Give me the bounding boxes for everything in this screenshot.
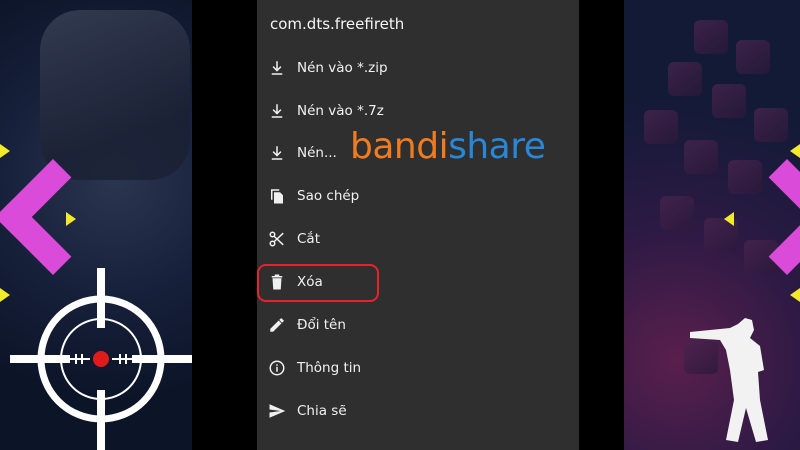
menu-item-label: Cắt xyxy=(297,230,320,247)
menu-item-label: Thông tin xyxy=(297,359,362,376)
info-icon xyxy=(257,359,297,377)
keyboard-key xyxy=(712,84,746,118)
yellow-triangle-icon xyxy=(790,144,800,158)
menu-item-label: Nén... xyxy=(297,144,337,161)
menu-item-label: Sao chép xyxy=(297,187,360,204)
scissors-icon xyxy=(257,230,297,248)
keyboard-key xyxy=(684,140,718,174)
menu-item-info[interactable]: Thông tin xyxy=(257,346,579,389)
yellow-triangle-icon xyxy=(66,212,76,226)
keyboard-key xyxy=(644,110,678,144)
keyboard-key xyxy=(668,62,702,96)
share-icon xyxy=(257,402,297,420)
copy-icon xyxy=(257,187,297,205)
menu-item-compress-zip[interactable]: Nén vào *.zip xyxy=(257,46,579,89)
menu-item-label: Nén vào *.7z xyxy=(297,102,384,119)
soldier-silhouette-icon xyxy=(690,318,768,442)
menu-item-label: Nén vào *.zip xyxy=(297,59,388,76)
watermark-part2: share xyxy=(448,126,546,167)
watermark-part1: bandi xyxy=(350,126,449,167)
pencil-icon xyxy=(257,316,297,334)
yellow-triangle-icon xyxy=(790,288,800,302)
menu-title: com.dts.freefireth xyxy=(270,15,405,33)
delete-highlight-outline xyxy=(257,264,379,302)
keyboard-key xyxy=(694,20,728,54)
context-menu: com.dts.freefireth Nén vào *.zip Nén vào… xyxy=(257,0,579,450)
menu-item-copy[interactable]: Sao chép xyxy=(257,174,579,217)
menu-item-share[interactable]: Chia sẽ xyxy=(257,389,579,432)
bandishare-watermark: bandishare xyxy=(350,124,546,170)
menu-item-rename[interactable]: Đổi tên xyxy=(257,303,579,346)
download-icon xyxy=(257,102,297,120)
crosshair-icon xyxy=(10,268,192,450)
download-icon xyxy=(257,59,297,77)
menu-item-label: Chia sẽ xyxy=(297,402,347,419)
keyboard-key xyxy=(660,196,694,230)
menu-item-label: Đổi tên xyxy=(297,316,346,333)
yellow-triangle-icon xyxy=(724,212,734,226)
headphone-image xyxy=(40,10,190,180)
download-icon xyxy=(257,144,297,162)
menu-item-cut[interactable]: Cắt xyxy=(257,217,579,260)
keyboard-key xyxy=(736,40,770,74)
keyboard-key xyxy=(754,108,788,142)
yellow-triangle-icon xyxy=(0,288,10,302)
yellow-triangle-icon xyxy=(0,144,10,158)
